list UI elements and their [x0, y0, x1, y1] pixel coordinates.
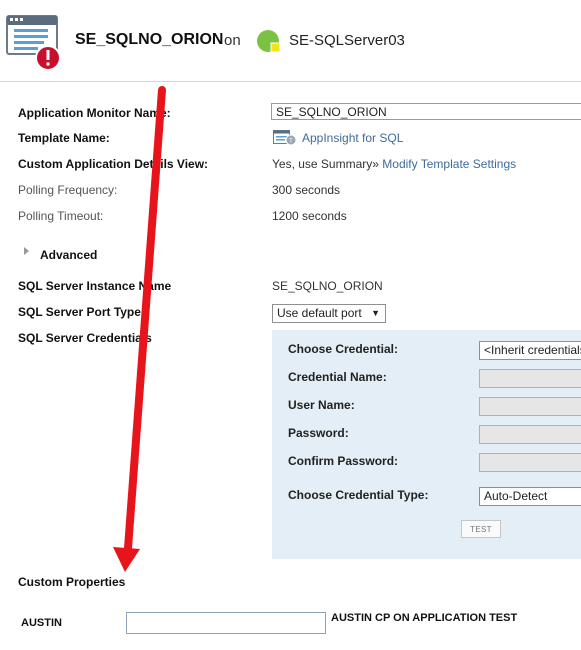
expand-triangle-icon[interactable] [24, 247, 29, 255]
polling-frequency-value: 300 seconds [272, 183, 341, 197]
on-text: on [224, 32, 241, 49]
credential-panel [272, 330, 581, 559]
template-name-label: Template Name: [18, 131, 110, 145]
app-monitor-name-label: Application Monitor Name: [18, 106, 171, 120]
password-input[interactable] [479, 425, 581, 444]
credential-type-label: Choose Credential Type: [288, 488, 429, 502]
choose-credential-select[interactable]: <Inherit credentials from template> [479, 341, 581, 360]
modify-template-settings-link[interactable]: Modify Template Settings [382, 157, 516, 171]
svg-text:T: T [289, 139, 293, 145]
advanced-toggle[interactable]: Advanced [40, 248, 97, 262]
user-name-label: User Name: [288, 398, 355, 412]
custom-view-text: Yes, use Summary» [272, 157, 379, 171]
custom-view-label: Custom Application Details View: [18, 157, 209, 171]
sql-instance-name-value: SE_SQLNO_ORION [272, 279, 383, 293]
server-name[interactable]: SE-SQLServer03 [289, 32, 405, 49]
template-link[interactable]: AppInsight for SQL [302, 131, 403, 145]
confirm-password-input[interactable] [479, 453, 581, 472]
application-monitor-icon [6, 15, 61, 70]
choose-credential-label: Choose Credential: [288, 342, 399, 356]
port-type-selected: Use default port [277, 306, 362, 320]
polling-frequency-label: Polling Frequency: [18, 183, 118, 197]
user-name-input[interactable] [479, 397, 581, 416]
test-button[interactable]: TEST [461, 520, 501, 538]
sql-instance-name-label: SQL Server Instance Name [18, 279, 172, 293]
credential-type-select[interactable]: Auto-Detect [479, 487, 581, 506]
dropdown-arrow-icon: ▼ [371, 308, 380, 318]
custom-property-input[interactable] [126, 612, 326, 634]
server-status-icon [257, 30, 281, 53]
credential-name-input[interactable] [479, 369, 581, 388]
template-icon: T [273, 130, 297, 146]
custom-view-value: Yes, use Summary» Modify Template Settin… [272, 157, 516, 171]
sql-port-type-label: SQL Server Port Type [18, 305, 141, 319]
page-header: SE_SQLNO_ORION on SE-SQLServer03 [0, 0, 581, 82]
polling-timeout-label: Polling Timeout: [18, 209, 104, 223]
custom-property-name: AUSTIN [21, 617, 62, 629]
custom-property-description: AUSTIN CP ON APPLICATION TEST [331, 612, 518, 624]
application-title: SE_SQLNO_ORION [75, 31, 224, 48]
password-label: Password: [288, 426, 349, 440]
app-monitor-name-input[interactable]: SE_SQLNO_ORION [271, 103, 581, 120]
sql-credentials-label: SQL Server Credentials [18, 331, 152, 345]
port-type-select[interactable]: Use default port ▼ [272, 304, 386, 323]
credential-name-label: Credential Name: [288, 370, 387, 384]
custom-properties-title: Custom Properties [18, 575, 126, 589]
polling-timeout-value: 1200 seconds [272, 209, 347, 223]
confirm-password-label: Confirm Password: [288, 454, 399, 468]
